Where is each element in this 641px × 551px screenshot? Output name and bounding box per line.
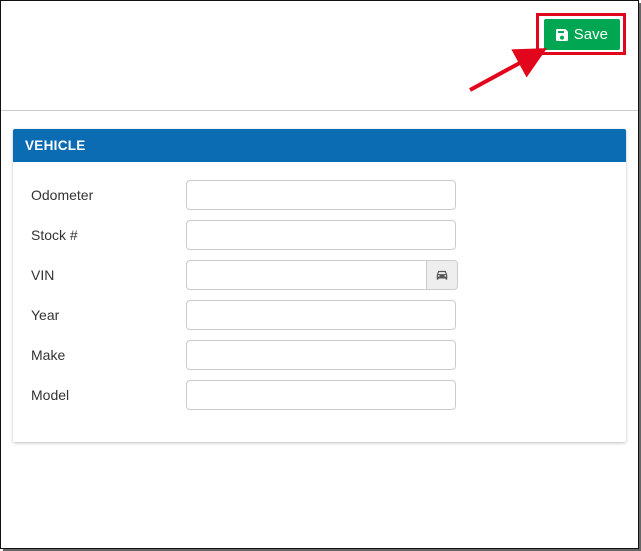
row-model: Model xyxy=(31,380,608,410)
page-frame: Save VEHICLE Odometer Stock # xyxy=(0,0,639,549)
save-button-label: Save xyxy=(574,26,608,43)
panel-body: Odometer Stock # VIN xyxy=(13,162,626,442)
label-model: Model xyxy=(31,387,186,403)
row-make: Make xyxy=(31,340,608,370)
car-icon xyxy=(434,268,450,282)
panel-title: VEHICLE xyxy=(13,129,626,162)
label-make: Make xyxy=(31,347,186,363)
row-vin: VIN xyxy=(31,260,608,290)
stock-input[interactable] xyxy=(186,220,456,250)
label-vin: VIN xyxy=(31,267,186,283)
vin-input[interactable] xyxy=(186,260,426,290)
top-area: Save xyxy=(1,1,638,111)
row-year: Year xyxy=(31,300,608,330)
vin-lookup-button[interactable] xyxy=(426,260,458,290)
model-input[interactable] xyxy=(186,380,456,410)
odometer-input[interactable] xyxy=(186,180,456,210)
year-input[interactable] xyxy=(186,300,456,330)
vehicle-panel: VEHICLE Odometer Stock # VIN xyxy=(13,129,626,442)
save-icon xyxy=(554,27,570,43)
label-odometer: Odometer xyxy=(31,187,186,203)
label-stock: Stock # xyxy=(31,227,186,243)
row-odometer: Odometer xyxy=(31,180,608,210)
make-input[interactable] xyxy=(186,340,456,370)
label-year: Year xyxy=(31,307,186,323)
annotation-arrow xyxy=(466,46,556,96)
row-stock: Stock # xyxy=(31,220,608,250)
save-button[interactable]: Save xyxy=(544,19,620,50)
